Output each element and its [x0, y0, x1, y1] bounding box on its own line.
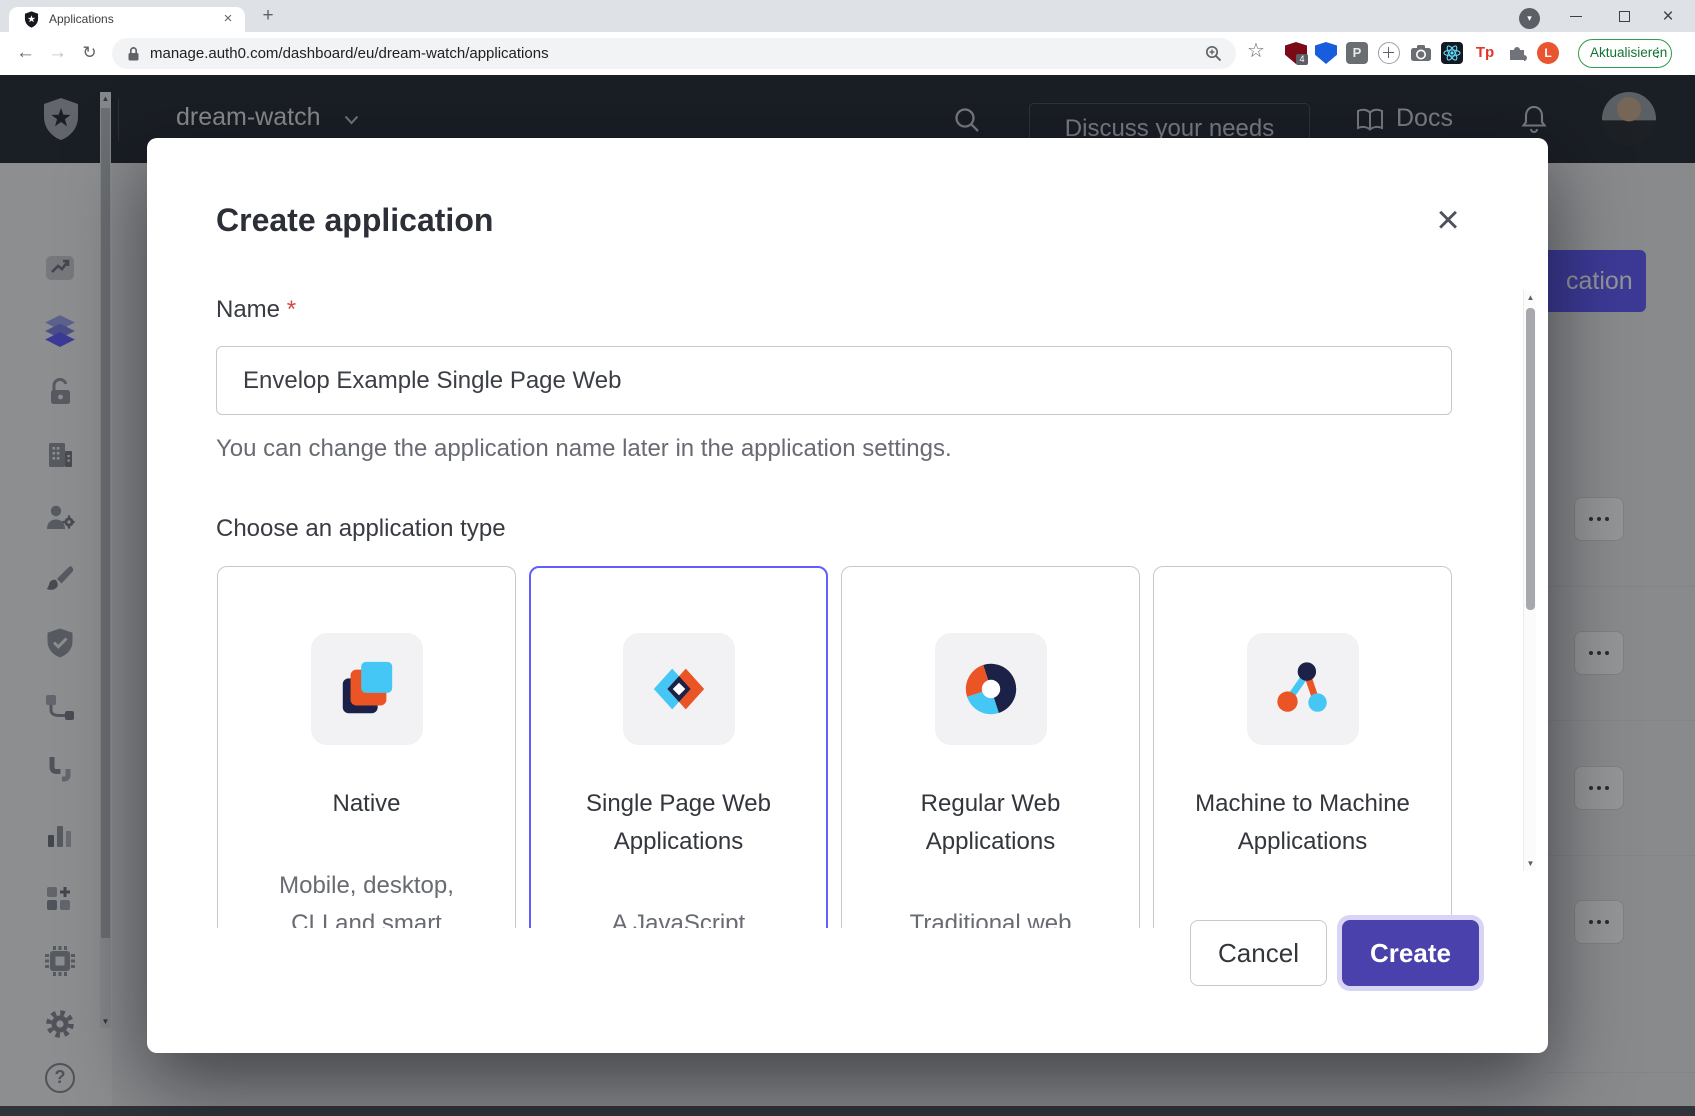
card-title: Machine to Machine Applications	[1154, 785, 1451, 861]
screen: Applications × + ▾ × ← → ↻ manage.auth0.…	[0, 0, 1695, 1116]
browser-tab[interactable]: Applications ×	[9, 7, 245, 32]
card-description: Mobile, desktop, CLI and smart	[218, 867, 515, 928]
app-viewport: dream-watch Discuss your needs Docs	[0, 75, 1695, 1116]
lock-icon	[127, 46, 140, 62]
browser-titlebar: Applications × + ▾ ×	[0, 0, 1695, 32]
create-button[interactable]: Create	[1342, 920, 1479, 986]
card-description: A JavaScript	[531, 905, 826, 928]
react-devtools-extension-icon[interactable]	[1441, 42, 1463, 64]
m2m-icon	[1272, 658, 1334, 720]
reload-button[interactable]: ↻	[76, 40, 103, 67]
application-type-cards: Native Mobile, desktop, CLI and smart	[217, 566, 1452, 928]
crosshair-extension-icon[interactable]	[1378, 42, 1400, 64]
regular-web-icon-box	[935, 633, 1047, 745]
chrome-profile-avatar[interactable]: L	[1537, 42, 1559, 64]
bitwarden-extension-icon[interactable]	[1315, 42, 1337, 64]
back-button[interactable]: ←	[12, 40, 39, 67]
window-minimize-button[interactable]	[1556, 0, 1596, 32]
new-tab-button[interactable]: +	[256, 4, 280, 28]
application-name-input[interactable]	[216, 346, 1452, 415]
modal-body: Create application Name * You can change…	[147, 138, 1548, 928]
window-maximize-button[interactable]	[1604, 0, 1644, 32]
update-chip-button[interactable]: Aktualisieren ⋮	[1578, 39, 1672, 68]
tp-extension-icon[interactable]: Tp	[1474, 42, 1496, 64]
modal-title: Create application	[216, 202, 493, 239]
ublock-badge: 4	[1296, 54, 1308, 65]
card-native[interactable]: Native Mobile, desktop, CLI and smart	[217, 566, 516, 928]
choose-type-label: Choose an application type	[216, 515, 506, 543]
zoom-indicator-icon[interactable]	[1205, 45, 1222, 62]
name-label: Name *	[216, 296, 296, 324]
url-text: manage.auth0.com/dashboard/eu/dream-watc…	[150, 38, 549, 69]
name-helper-text: You can change the application name late…	[216, 435, 952, 463]
puzzle-extensions-icon[interactable]	[1506, 42, 1528, 64]
modal-close-icon[interactable]: ×	[1426, 200, 1470, 244]
window-close-button[interactable]: ×	[1648, 0, 1688, 32]
camera-extension-icon[interactable]	[1410, 42, 1432, 64]
modal-scrollbar-thumb[interactable]	[1526, 308, 1535, 610]
tab-title: Applications	[49, 7, 114, 32]
cancel-button[interactable]: Cancel	[1190, 920, 1327, 986]
card-single-page-web[interactable]: Single Page Web Applications A JavaScrip…	[529, 566, 828, 928]
modal-scroll-down-icon[interactable]: ▼	[1524, 859, 1537, 868]
create-application-modal: Create application Name * You can change…	[147, 138, 1548, 1053]
native-icon-box	[311, 633, 423, 745]
native-icon	[336, 658, 398, 720]
bookmark-star-icon[interactable]: ☆	[1247, 38, 1265, 63]
chip-kebab-icon[interactable]: ⋮	[1651, 40, 1664, 66]
card-description: Traditional web	[842, 905, 1139, 928]
chrome-caret-icon[interactable]: ▾	[1519, 8, 1540, 29]
browser-toolbar: ← → ↻ manage.auth0.com/dashboard/eu/drea…	[0, 32, 1695, 75]
address-bar[interactable]: manage.auth0.com/dashboard/eu/dream-watc…	[112, 38, 1236, 69]
card-title: Single Page Web Applications	[531, 785, 826, 861]
card-machine-to-machine[interactable]: Machine to Machine Applications	[1153, 566, 1452, 928]
regular-web-icon	[960, 658, 1022, 720]
forward-button[interactable]: →	[44, 40, 71, 67]
tab-close-icon[interactable]: ×	[219, 10, 237, 28]
card-title: Regular Web Applications	[842, 785, 1139, 861]
auth0-favicon-icon	[24, 11, 39, 28]
p-extension-icon[interactable]: P	[1346, 42, 1368, 64]
card-regular-web[interactable]: Regular Web Applications Traditional web	[841, 566, 1140, 928]
m2m-icon-box	[1247, 633, 1359, 745]
modal-scroll-up-icon[interactable]: ▲	[1524, 293, 1537, 302]
card-title: Native	[218, 785, 515, 823]
modal-scrollbar[interactable]: ▲ ▼	[1523, 290, 1536, 871]
spa-icon	[648, 658, 710, 720]
spa-icon-box	[623, 633, 735, 745]
required-asterisk: *	[287, 296, 296, 323]
